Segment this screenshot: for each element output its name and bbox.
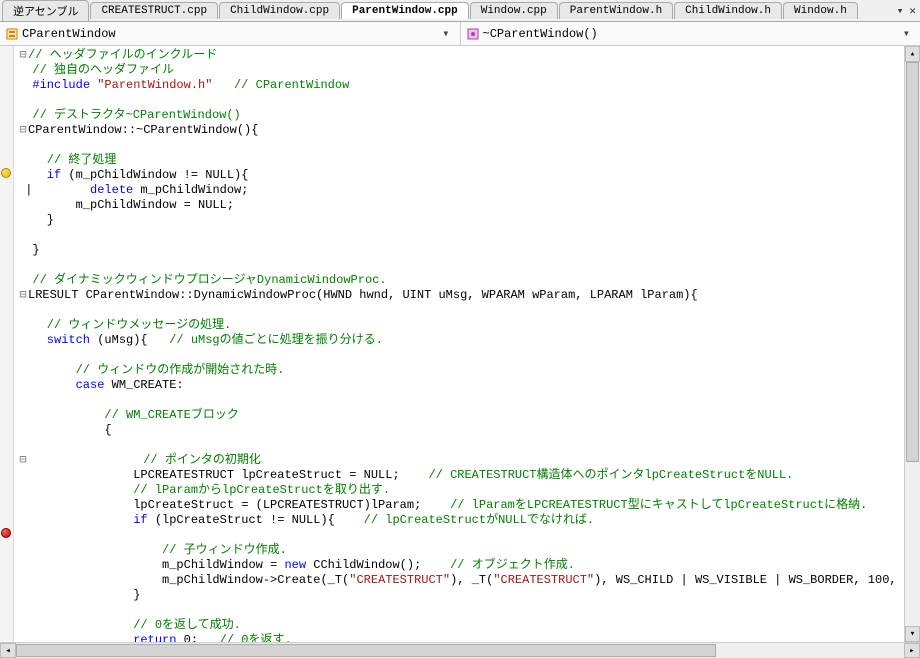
hscroll-thumb[interactable] (16, 644, 716, 657)
scope-label: CParentWindow (22, 27, 438, 41)
tab-window-cpp[interactable]: Window.cpp (470, 2, 558, 19)
code-editor[interactable]: ⊟// ヘッダファイルのインクルード // 独自のヘッダファイル #includ… (14, 46, 904, 642)
tab-disassembly[interactable]: 逆アセンブル (2, 0, 89, 21)
nav-bar: CParentWindow ▾ ~CParentWindow() ▾ (0, 22, 920, 46)
fold-minus-icon[interactable]: ⊟ (18, 453, 28, 468)
member-dropdown[interactable]: ~CParentWindow() ▾ (461, 22, 920, 45)
tab-createstruct-cpp[interactable]: CREATESTRUCT.cpp (90, 2, 218, 19)
hscroll-track[interactable] (16, 643, 904, 658)
vertical-scrollbar[interactable]: ▴ ▾ (904, 46, 920, 642)
member-label: ~CParentWindow() (483, 27, 899, 41)
class-icon (6, 28, 18, 40)
tab-overflow-icon[interactable]: ▾ (897, 4, 904, 18)
fold-minus-icon[interactable]: ⊟ (18, 48, 28, 63)
chevron-down-icon[interactable]: ▾ (899, 26, 914, 41)
fold-minus-icon[interactable]: ⊟ (18, 123, 28, 138)
method-icon (467, 28, 479, 40)
scope-dropdown[interactable]: CParentWindow ▾ (0, 22, 461, 45)
tabs-bar: 逆アセンブル CREATESTRUCT.cpp ChildWindow.cpp … (0, 0, 920, 22)
tab-parentwindow-cpp[interactable]: ParentWindow.cpp (341, 2, 469, 19)
scroll-up-icon[interactable]: ▴ (905, 46, 920, 62)
scroll-right-icon[interactable]: ▸ (904, 643, 920, 658)
chevron-down-icon[interactable]: ▾ (438, 26, 453, 41)
breakpoint-marker[interactable] (1, 528, 11, 538)
editor-area: ⊟// ヘッダファイルのインクルード // 独自のヘッダファイル #includ… (0, 46, 920, 642)
breakpoint-marker-warning[interactable] (1, 168, 11, 178)
tab-close-icon[interactable]: ✕ (909, 4, 916, 18)
tabs-controls: ▾ ✕ (897, 4, 920, 18)
tab-childwindow-h[interactable]: ChildWindow.h (674, 2, 782, 19)
breakpoint-gutter[interactable] (0, 46, 14, 642)
scroll-down-icon[interactable]: ▾ (905, 626, 920, 642)
tab-childwindow-cpp[interactable]: ChildWindow.cpp (219, 2, 340, 19)
fold-minus-icon[interactable]: ⊟ (18, 288, 28, 303)
horizontal-scrollbar[interactable]: ◂ ▸ (0, 642, 920, 658)
scroll-left-icon[interactable]: ◂ (0, 643, 16, 658)
scroll-thumb[interactable] (906, 62, 919, 462)
tab-window-h[interactable]: Window.h (783, 2, 858, 19)
tab-parentwindow-h[interactable]: ParentWindow.h (559, 2, 673, 19)
